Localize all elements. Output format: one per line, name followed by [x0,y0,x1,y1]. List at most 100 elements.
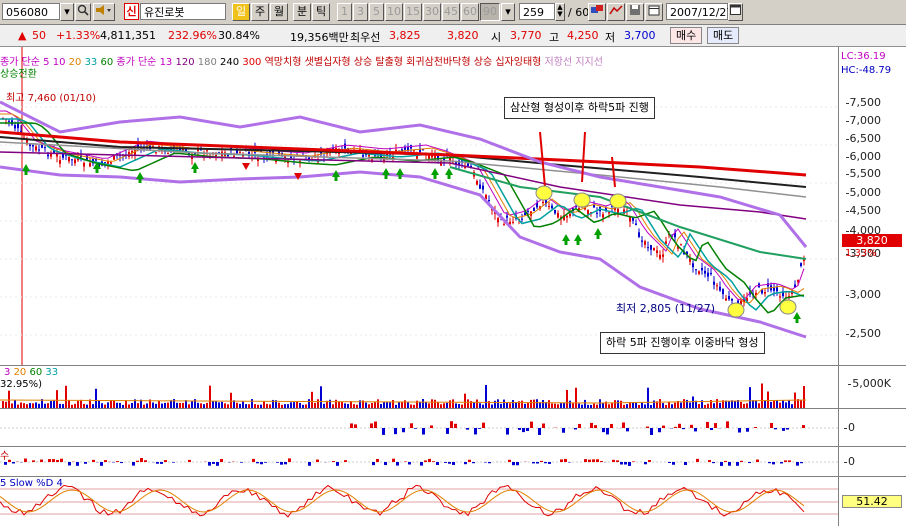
period-tick-button[interactable]: 틱 [312,3,330,21]
volume-bar [494,400,496,408]
institution-bar [482,422,485,428]
volume-bar [743,403,745,408]
date-field[interactable]: 2007/12/27 [666,3,733,20]
interval-30-button[interactable]: 30 [423,3,441,21]
volume-bar [449,400,451,408]
link-icon[interactable] [588,3,606,21]
interval-dropdown-button[interactable]: ▾ [501,3,515,21]
volume-bar [443,403,445,408]
interval-1-button[interactable]: 1 [337,3,352,21]
foreign-bar [132,462,135,466]
count-spinner[interactable]: ▲ ▼ [555,3,565,21]
buy-button[interactable]: 매수 [670,27,703,44]
volume-bar [584,399,586,408]
volume-bar [665,404,667,408]
volume-bar [683,399,685,408]
period-week-button[interactable]: 주 [251,3,269,21]
foreign-bar [92,459,95,462]
count-input[interactable]: 259 [519,3,555,20]
sell-button[interactable]: 매도 [707,27,740,44]
foreign-bar [392,458,395,462]
volume-bar [146,403,148,408]
institution-panel[interactable] [0,409,838,447]
volume-bar [638,404,640,408]
volume-bar [224,403,226,408]
buy-signal-stem [334,176,338,181]
stochastic-panel[interactable]: 5 Slow %D 4 [0,477,838,526]
volume-bar [452,399,454,408]
institution-bar [402,428,405,433]
interval-60-button[interactable]: 60 [461,3,479,21]
interval-5-button[interactable]: 5 [369,3,384,21]
foreign-bar [408,462,411,465]
volume-bar [236,402,238,408]
foreign-bar [632,461,635,462]
institution-bar [410,423,413,428]
volume-chart-svg [0,383,807,408]
candle-body [167,152,169,154]
volume-bar [314,402,316,408]
calendar-range-icon[interactable] [645,3,663,21]
volume-bar [227,404,229,408]
institution-bar [350,423,353,428]
foreign-bar [344,460,347,462]
candle-body [698,271,700,274]
institution-bar [518,428,521,430]
volume-bar [395,404,397,408]
volume-bar [65,385,67,408]
annotation-top[interactable]: 삼산형 형성이후 하락5파 진행 [504,97,655,119]
foreign-bar [464,462,467,465]
period-day-button[interactable]: 일 [232,3,250,21]
period-month-button[interactable]: 월 [270,3,288,21]
save-icon[interactable] [626,3,644,21]
institution-bar [786,428,789,430]
foreign-bar [48,459,51,462]
interval-3-button[interactable]: 3 [353,3,368,21]
volume-panel[interactable]: 3 20 60 33 32.95%) [0,366,838,409]
price-chart-svg [0,47,838,365]
foreign-panel[interactable]: 수 [0,447,838,477]
buy-signal-stem [795,318,799,323]
institution-bar [474,428,477,435]
code-dropdown-button[interactable]: ▾ [60,3,74,21]
institution-bar [374,421,377,428]
volume-bar [116,402,118,408]
volume-bar [263,401,265,408]
volume-bar [467,399,469,408]
settings-icon[interactable] [607,3,625,21]
foreign-bar [740,460,743,462]
foreign-bar [468,459,471,462]
interval-15-button[interactable]: 15 [404,3,422,21]
current-price-marker: 3,820 [842,234,902,247]
volume-bar [674,402,676,408]
annotation-bottom[interactable]: 하락 5파 진행이후 이중바닥 형성 [600,332,765,354]
buy-signal-icon [22,164,30,171]
volume-bar [527,402,529,408]
interval-90-button[interactable]: 90 [480,3,500,21]
volume-bar [707,403,709,408]
volume-bar [431,399,433,408]
buy-signal-stem [95,168,99,173]
stock-name-field[interactable]: 유진로봇 [140,3,226,20]
speaker-icon[interactable] [93,3,115,21]
interval-10-button[interactable]: 10 [385,3,403,21]
institution-bar [694,428,697,432]
price-chart-panel[interactable]: 종가 단순 5 10 20 33 60 종가 단순 13 120 180 240… [0,47,838,366]
volume-bar [479,403,481,408]
foreign-bar [780,462,783,464]
quote-bar: ▲ 50 +1.33% 4,811,351 232.96% 30.84% 19,… [0,25,906,47]
volume-bar [38,403,40,408]
institution-bar [602,428,605,433]
period-minute-button[interactable]: 분 [293,3,311,21]
stock-code-input[interactable]: 056080 [2,3,60,20]
volume-bar [761,383,763,408]
institution-bar [774,428,777,430]
search-icon[interactable] [75,3,91,21]
volume-bar [422,399,424,408]
volume-bar [230,392,232,408]
interval-45-button[interactable]: 45 [442,3,460,21]
calendar-icon[interactable] [728,3,743,21]
volume-bar [287,404,289,408]
buy-signal-stem [24,170,28,175]
candle-body [476,180,478,185]
